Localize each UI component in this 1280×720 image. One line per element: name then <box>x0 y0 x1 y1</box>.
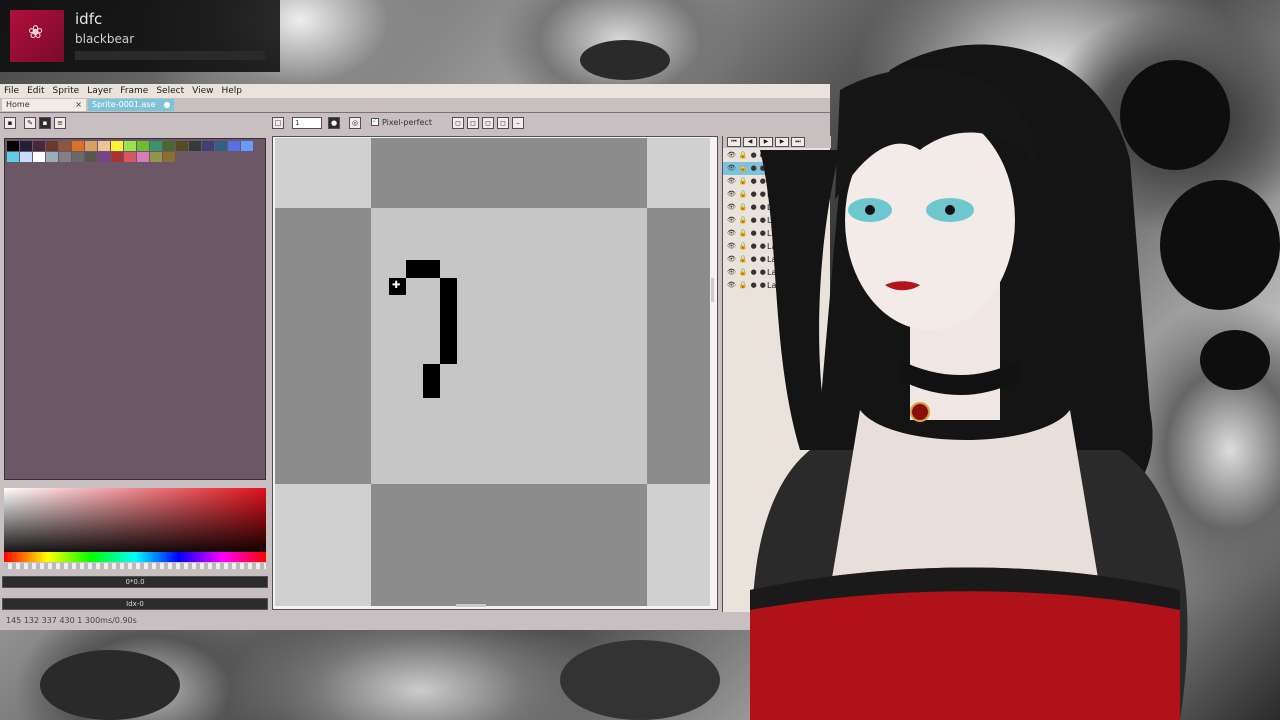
palette-swatch[interactable] <box>215 141 227 151</box>
palette-swatch[interactable] <box>228 141 240 151</box>
menu-file[interactable]: File <box>0 86 23 96</box>
palette-swatch[interactable] <box>124 141 136 151</box>
background-blob <box>40 650 180 720</box>
horizontal-scrollbar[interactable] <box>456 604 486 607</box>
palette-sort-button[interactable]: ▪ <box>39 117 51 129</box>
palette-options-button[interactable]: ▪ <box>4 117 16 129</box>
palette-swatch[interactable] <box>150 152 162 162</box>
menu-edit[interactable]: Edit <box>23 86 48 96</box>
checker-tile <box>647 208 710 484</box>
pixel-perfect-label: Pixel-perfect <box>382 118 432 127</box>
palette-swatch[interactable] <box>111 141 123 151</box>
palette-swatch[interactable] <box>98 141 110 151</box>
album-art: ❀ <box>10 10 64 62</box>
symmetry-button-3[interactable]: ◻ <box>482 117 494 129</box>
palette-swatch[interactable] <box>189 141 201 151</box>
palette-swatch[interactable] <box>111 152 123 162</box>
brush-size-input[interactable]: 1 <box>292 117 322 129</box>
palette-swatch[interactable] <box>72 141 84 151</box>
menu-frame[interactable]: Frame <box>116 86 152 96</box>
song-artist: blackbear <box>75 32 135 46</box>
palette-swatch[interactable] <box>150 141 162 151</box>
palette-swatch[interactable] <box>137 152 149 162</box>
palette-menu-button[interactable]: ≡ <box>54 117 66 129</box>
song-title: idfc <box>75 10 103 28</box>
color-index-field[interactable]: Idx-0 <box>2 598 268 610</box>
tab-sprite-label: Sprite-0001.ase <box>92 100 156 109</box>
checker-tile <box>371 138 647 208</box>
background-blob <box>560 640 720 720</box>
aseprite-window: File Edit Sprite Layer Frame Select View… <box>0 84 831 630</box>
symmetry-button-5[interactable]: – <box>512 117 524 129</box>
tab-home-label: Home <box>6 100 30 109</box>
tab-bar: Home × Sprite-0001.ase <box>0 98 830 113</box>
vertical-scrollbar[interactable] <box>711 278 714 302</box>
palette-swatch[interactable] <box>7 141 19 151</box>
palette-swatch[interactable] <box>46 152 58 162</box>
palette-swatch[interactable] <box>202 141 214 151</box>
background-blob <box>1200 330 1270 390</box>
palette-panel <box>4 138 266 480</box>
crosshair-cursor-icon: ✚ <box>392 280 401 291</box>
checker-tile <box>275 208 371 484</box>
color-value-field[interactable]: 0*0.0 <box>2 576 268 588</box>
palette-swatch[interactable] <box>20 152 32 162</box>
palette-swatch[interactable] <box>59 152 71 162</box>
palette-swatch[interactable] <box>137 141 149 151</box>
symmetry-button-4[interactable]: ◻ <box>497 117 509 129</box>
palette-swatch[interactable] <box>46 141 58 151</box>
tab-sprite[interactable]: Sprite-0001.ase <box>88 99 174 111</box>
menu-select[interactable]: Select <box>152 86 188 96</box>
brush-type-button[interactable]: □ <box>272 117 284 129</box>
now-playing-widget: ❀ idfc blackbear <box>0 0 280 72</box>
alpha-slider[interactable] <box>4 563 266 569</box>
choker-gem-icon <box>910 402 930 422</box>
avatar-right-pupil <box>945 205 955 215</box>
menu-bar: File Edit Sprite Layer Frame Select View… <box>0 84 830 98</box>
ink-button[interactable]: ◎ <box>349 117 361 129</box>
palette-swatch[interactable] <box>7 152 19 162</box>
drawn-pixel <box>423 364 440 398</box>
palette-swatch[interactable] <box>85 152 97 162</box>
palette-swatch[interactable] <box>124 152 136 162</box>
close-icon[interactable]: × <box>75 99 82 111</box>
palette-swatch[interactable] <box>241 141 253 151</box>
symmetry-button-2[interactable]: ◻ <box>467 117 479 129</box>
brush-shape-button[interactable]: ● <box>328 117 340 129</box>
palette-edit-button[interactable]: ✎ <box>24 117 36 129</box>
palette-swatch[interactable] <box>33 152 45 162</box>
menu-layer[interactable]: Layer <box>83 86 116 96</box>
palette-swatch[interactable] <box>163 152 175 162</box>
song-progress-bar <box>75 51 265 60</box>
palette-swatch[interactable] <box>98 152 110 162</box>
avatar-left-pupil <box>865 205 875 215</box>
palette-swatch[interactable] <box>72 152 84 162</box>
status-bar: 145 132 337 430 1 300ms/0.90s <box>0 614 830 628</box>
menu-sprite[interactable]: Sprite <box>49 86 84 96</box>
pixel-perfect-checkbox[interactable]: ✓ <box>371 118 379 126</box>
palette-swatch[interactable] <box>85 141 97 151</box>
palette-swatch[interactable] <box>20 141 32 151</box>
background-blob <box>580 40 670 80</box>
canvas-area[interactable]: ✚ <box>275 138 710 606</box>
palette-swatch[interactable] <box>59 141 71 151</box>
symmetry-button-1[interactable]: ◻ <box>452 117 464 129</box>
color-picker-field[interactable] <box>4 488 266 558</box>
unsaved-dot-icon <box>164 102 170 108</box>
sprite-canvas[interactable]: ✚ <box>371 208 647 484</box>
context-toolbar: ▪ ✎ ▪ ≡ □ 1 ● ◎ ✓ Pixel-perfect ◻ ◻ ◻ ◻ … <box>0 114 830 134</box>
checker-tile <box>371 484 647 606</box>
palette-swatch[interactable] <box>33 141 45 151</box>
palette-swatch[interactable] <box>163 141 175 151</box>
drawn-pixel <box>406 260 440 278</box>
vtuber-avatar <box>750 44 1188 720</box>
palette-swatch[interactable] <box>176 141 188 151</box>
menu-help[interactable]: Help <box>217 86 246 96</box>
rose-icon: ❀ <box>28 22 44 43</box>
tab-home[interactable]: Home × <box>2 99 86 111</box>
hue-slider[interactable] <box>4 552 266 562</box>
drawn-pixel <box>440 278 457 364</box>
menu-view[interactable]: View <box>188 86 217 96</box>
first-frame-button[interactable]: ⏮ <box>727 137 741 147</box>
